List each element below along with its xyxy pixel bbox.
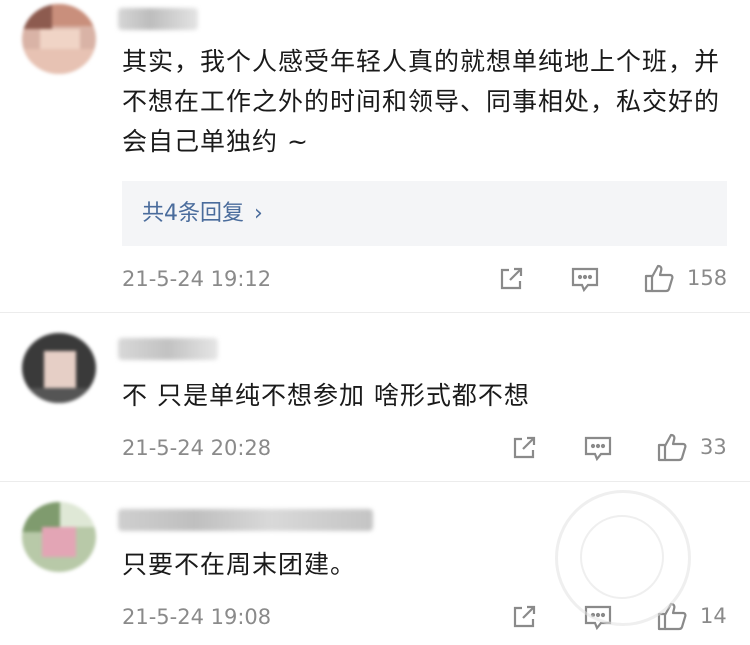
share-button[interactable] xyxy=(497,265,525,293)
reply-summary-box[interactable]: 共4条回复 › xyxy=(122,181,727,246)
share-button[interactable] xyxy=(510,434,538,462)
watermark-inner-ring xyxy=(580,515,664,599)
share-icon xyxy=(500,267,523,290)
like-button[interactable]: 33 xyxy=(656,431,727,463)
username[interactable] xyxy=(118,8,198,30)
comment-button[interactable] xyxy=(583,434,613,462)
avatar[interactable] xyxy=(22,502,96,572)
comment-icon xyxy=(584,436,612,462)
share-icon xyxy=(513,605,536,628)
like-count: 33 xyxy=(700,435,727,459)
share-button[interactable] xyxy=(510,603,538,631)
share-icon xyxy=(513,436,536,459)
view-replies-link[interactable]: 共4条回复 › xyxy=(142,181,263,246)
comment-text: 其实，我个人感受年轻人真的就想单纯地上个班，并不想在工作之外的时间和领导、同事相… xyxy=(122,47,721,156)
divider xyxy=(0,481,750,482)
like-button[interactable]: 158 xyxy=(643,262,727,294)
comment-text: 不 只是单纯不想参加 啥形式都不想 xyxy=(122,381,530,410)
reply-count-label: 共4条回复 xyxy=(142,201,244,226)
like-count: 158 xyxy=(687,266,728,290)
avatar[interactable] xyxy=(22,4,96,74)
username[interactable] xyxy=(118,509,373,531)
like-count: 14 xyxy=(700,604,727,628)
timestamp: 21-5-24 20:28 xyxy=(122,436,272,460)
timestamp: 21-5-24 19:08 xyxy=(122,605,272,629)
avatar[interactable] xyxy=(22,333,96,403)
comment-icon xyxy=(571,267,599,293)
divider xyxy=(0,312,750,313)
comment-button[interactable] xyxy=(570,265,600,293)
chevron-right-icon: › xyxy=(254,201,263,226)
timestamp: 21-5-24 19:12 xyxy=(122,267,272,291)
thumbs-up-icon xyxy=(644,264,674,293)
username[interactable] xyxy=(118,338,218,360)
thumbs-up-icon xyxy=(657,433,687,462)
watermark-logo xyxy=(555,490,691,626)
